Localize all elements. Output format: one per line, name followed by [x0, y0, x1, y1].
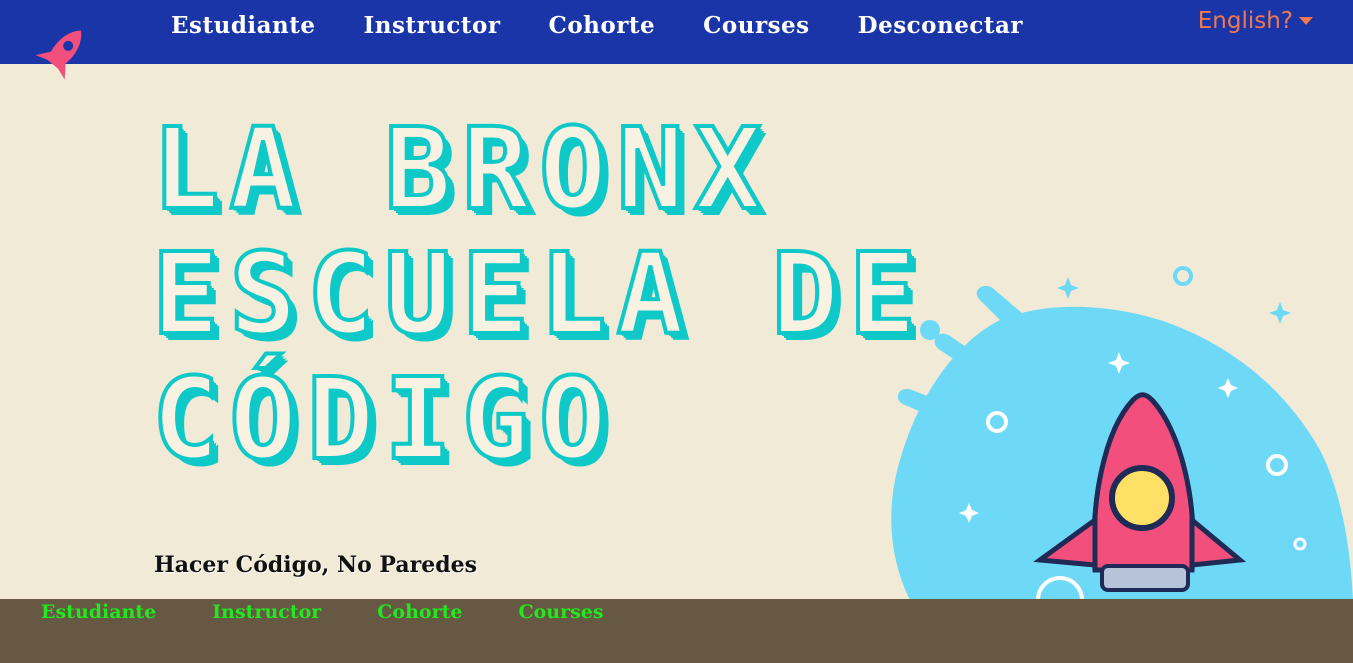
caret-down-icon — [1299, 17, 1313, 25]
footer: Estudiante Instructor Cohorte Courses — [0, 599, 1353, 663]
footer-nav-estudiante[interactable]: Estudiante — [41, 601, 156, 623]
language-toggle[interactable]: English? — [1198, 8, 1313, 34]
footer-nav-courses[interactable]: Courses — [518, 601, 603, 623]
nav-desconectar[interactable]: Desconectar — [858, 12, 1023, 39]
nav-estudiante[interactable]: Estudiante — [171, 12, 316, 39]
title-line-3: CÓDIGO — [150, 355, 617, 485]
footer-nav: Estudiante Instructor Cohorte Courses — [41, 601, 660, 623]
language-toggle-label: English? — [1197, 8, 1293, 34]
nav-courses[interactable]: Courses — [703, 12, 810, 39]
footer-nav-cohorte[interactable]: Cohorte — [377, 601, 462, 623]
top-navbar: Estudiante Instructor Cohorte Courses De… — [0, 0, 1353, 80]
rocket-logo-icon[interactable] — [30, 22, 96, 86]
nav-cohorte[interactable]: Cohorte — [549, 12, 656, 39]
nav-instructor[interactable]: Instructor — [364, 12, 501, 39]
main-nav: Estudiante Instructor Cohorte Courses De… — [171, 12, 1071, 39]
tagline: Hacer Código, No Paredes — [154, 552, 477, 578]
title-line-1: LA BRONX — [150, 105, 772, 235]
footer-nav-instructor[interactable]: Instructor — [212, 601, 321, 623]
title-line-2: ESCUELA DE — [150, 230, 927, 360]
page-title: LA BRONX ESCUELA DE CÓDIGO — [150, 105, 992, 485]
